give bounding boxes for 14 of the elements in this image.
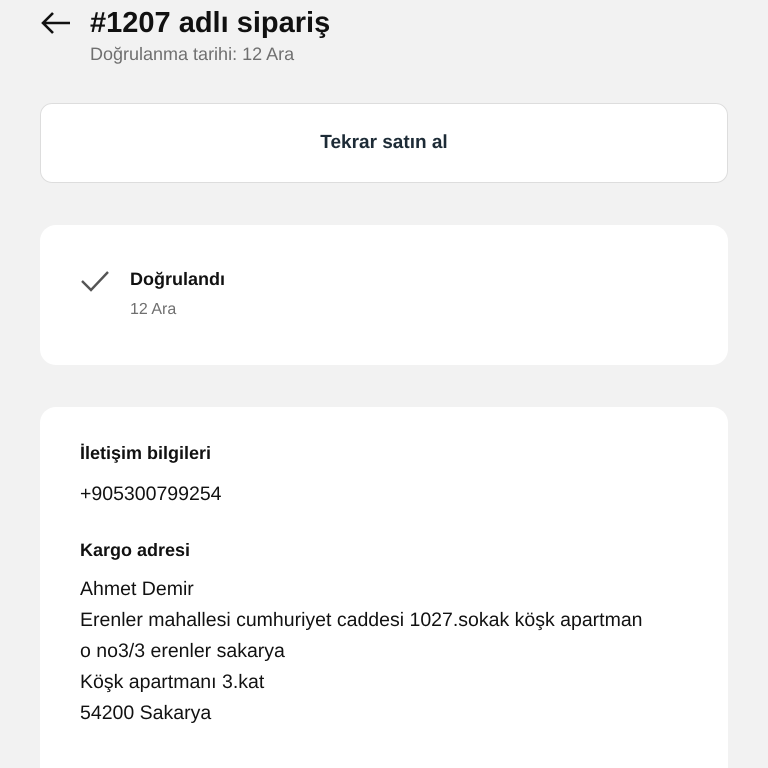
address-line: 54200 Sakarya xyxy=(80,701,212,726)
address-line: Ahmet Demir xyxy=(80,577,195,602)
contact-heading: İletişim bilgileri xyxy=(80,442,212,465)
address-line: Erenler mahallesi cumhuriyet caddesi 1027.sokak köşk apartman xyxy=(80,608,644,633)
address-line: o no3/3 erenler sakarya xyxy=(80,639,286,664)
buy-again-button[interactable]: Tekrar satın al xyxy=(40,103,728,183)
shipping-heading: Kargo adresi xyxy=(80,539,192,562)
page-title: #1207 adlı sipariş xyxy=(90,8,330,38)
verified-date: Doğrulanma tarihi: 12 Ara xyxy=(90,44,296,65)
status-label: Doğrulandı xyxy=(130,268,225,291)
back-arrow-icon[interactable] xyxy=(40,11,72,35)
status-date: 12 Ara xyxy=(130,301,178,319)
address-line: Köşk apartmanı 3.kat xyxy=(80,670,266,695)
phone-number: +905300799254 xyxy=(80,482,223,507)
